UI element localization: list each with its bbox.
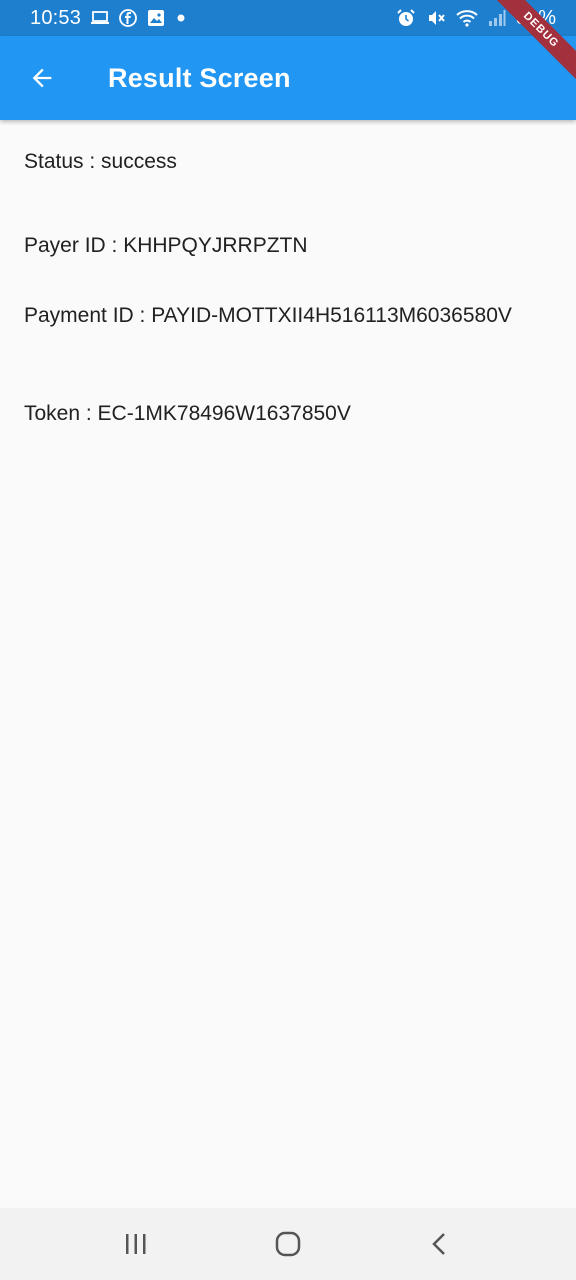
status-bar: 10:53 39%	[0, 0, 576, 36]
mute-icon	[426, 8, 446, 28]
screen: 10:53 39% Result Screen DEBUG Status: s…	[0, 0, 576, 1280]
home-button[interactable]	[258, 1214, 318, 1274]
page-title: Result Screen	[108, 62, 291, 93]
home-icon	[275, 1231, 301, 1257]
facebook-icon	[119, 9, 137, 27]
back-icon	[432, 1233, 445, 1255]
laptop-icon	[91, 10, 110, 26]
battery-level: 39%	[515, 6, 556, 29]
image-icon	[147, 9, 165, 27]
back-button[interactable]	[14, 50, 70, 106]
status-left: 10:53	[30, 7, 187, 30]
nav-back-button[interactable]	[410, 1214, 470, 1274]
wifi-icon	[456, 9, 478, 27]
app-bar: Result Screen	[0, 36, 576, 120]
token-text: Token : EC-1MK78496W1637850V	[24, 402, 351, 425]
payment-id-text: Payment ID : PAYID-MOTTXII4H516113M60365…	[24, 304, 512, 327]
status-time: 10:53	[30, 6, 82, 29]
status-text: Status : success	[24, 150, 177, 173]
system-nav-bar	[0, 1208, 576, 1280]
recent-apps-button[interactable]	[106, 1214, 166, 1274]
recent-apps-icon	[126, 1234, 146, 1254]
payer-id-text: Payer ID : KHHPQYJRRPZTN	[24, 234, 308, 257]
signal-icon	[488, 9, 506, 27]
arrow-back-icon	[32, 68, 52, 88]
dot-icon	[175, 12, 187, 24]
alarm-icon	[396, 8, 416, 28]
status-right: 39%	[396, 7, 556, 30]
